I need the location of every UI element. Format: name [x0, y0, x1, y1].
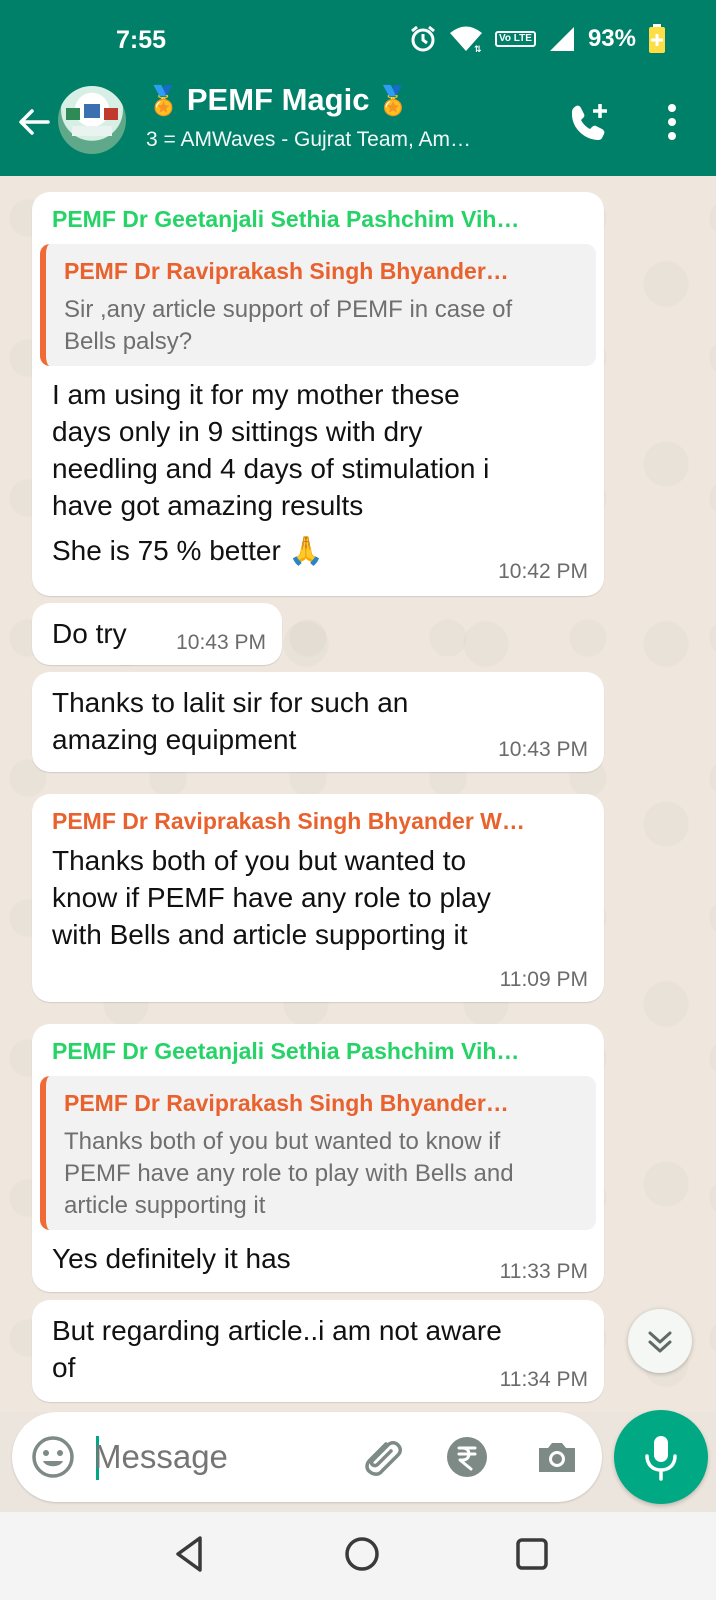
- group-avatar[interactable]: [58, 86, 126, 154]
- status-icons: ⇅ Vo LTE 93%: [409, 24, 666, 54]
- message-composer: [12, 1412, 602, 1502]
- attachment-icon[interactable]: [356, 1432, 406, 1482]
- message-text: But regarding article..i am not aware of: [52, 1315, 502, 1383]
- svg-text:⇅: ⇅: [474, 45, 482, 52]
- quoted-message[interactable]: PEMF Dr Raviprakash Singh Bhyander… Than…: [40, 1076, 596, 1230]
- payment-rupee-icon[interactable]: [444, 1434, 490, 1480]
- group-title[interactable]: 🏅 PEMF Magic 🏅: [146, 82, 410, 118]
- message-time: 11:34 PM: [499, 1368, 588, 1391]
- nav-recents-icon[interactable]: [510, 1532, 554, 1576]
- message-time: 10:43 PM: [498, 738, 588, 761]
- quoted-message[interactable]: PEMF Dr Raviprakash Singh Bhyander… Sir …: [40, 244, 596, 366]
- double-chevron-down-icon: [648, 1331, 672, 1353]
- message-text: Do try: [52, 618, 127, 649]
- quoted-text: Sir ,any article support of PEMF in case…: [64, 296, 513, 355]
- chat-header: 🏅 PEMF Magic 🏅 3 = AMWaves - Gujrat Team…: [0, 80, 716, 176]
- back-arrow-icon[interactable]: [14, 102, 54, 142]
- quoted-sender: PEMF Dr Raviprakash Singh Bhyander…: [64, 1090, 509, 1116]
- message-text: Thanks to lalit sir for such an amazing …: [52, 687, 409, 755]
- message-bubble[interactable]: PEMF Dr Raviprakash Singh Bhyander W… Th…: [32, 794, 604, 1002]
- status-bar: 7:55 ⇅ Vo LTE 93%: [0, 0, 716, 80]
- group-members[interactable]: 3 = AMWaves - Gujrat Team, Am…: [146, 128, 471, 152]
- quoted-text: Thanks both of you but wanted to know if…: [64, 1128, 514, 1219]
- scroll-to-bottom-button[interactable]: [628, 1309, 692, 1373]
- message-text: Yes definitely it has: [52, 1243, 291, 1274]
- nav-home-icon[interactable]: [340, 1532, 384, 1576]
- message-bubble[interactable]: PEMF Dr Geetanjali Sethia Pashchim Vih… …: [32, 1024, 604, 1292]
- message-bubble[interactable]: Do try 10:43 PM: [32, 603, 282, 665]
- message-time: 11:09 PM: [499, 968, 588, 991]
- message-text: Thanks both of you but wanted to know if…: [52, 845, 491, 950]
- add-call-icon[interactable]: [566, 100, 610, 144]
- message-time: 10:43 PM: [176, 631, 266, 654]
- battery-saver-icon: [649, 24, 665, 53]
- alarm-icon: [411, 25, 435, 52]
- message-time: 11:33 PM: [499, 1260, 588, 1283]
- camera-icon[interactable]: [534, 1434, 580, 1480]
- message-time: 10:42 PM: [498, 560, 588, 583]
- nav-back-icon[interactable]: [170, 1532, 210, 1576]
- signal-icon: [549, 27, 574, 51]
- medal-icon: 🏅: [146, 84, 181, 116]
- medal-icon: 🏅: [375, 84, 411, 116]
- volte-icon: Vo LTE: [494, 31, 536, 47]
- message-bubble[interactable]: PEMF Dr Geetanjali Sethia Pashchim Vih… …: [32, 192, 604, 596]
- group-name: PEMF Magic: [186, 82, 370, 117]
- message-text: I am using it for my mother these days o…: [52, 379, 490, 566]
- emoji-icon[interactable]: [30, 1434, 76, 1480]
- wifi-icon: ⇅: [449, 26, 482, 52]
- more-options-icon[interactable]: [654, 100, 690, 144]
- message-sender[interactable]: PEMF Dr Raviprakash Singh Bhyander W…: [52, 808, 525, 835]
- message-sender[interactable]: PEMF Dr Geetanjali Sethia Pashchim Vih…: [52, 206, 519, 233]
- microphone-icon: [645, 1436, 677, 1481]
- message-bubble[interactable]: Thanks to lalit sir for such an amazing …: [32, 672, 604, 772]
- system-nav-bar: [0, 1512, 716, 1600]
- message-input[interactable]: [94, 1432, 274, 1482]
- status-time: 7:55: [116, 26, 167, 54]
- voice-message-button[interactable]: [614, 1410, 708, 1504]
- message-sender[interactable]: PEMF Dr Geetanjali Sethia Pashchim Vih…: [52, 1038, 519, 1065]
- battery-text: 93%: [587, 25, 636, 52]
- quoted-sender: PEMF Dr Raviprakash Singh Bhyander…: [64, 258, 509, 284]
- message-bubble[interactable]: But regarding article..i am not aware of…: [32, 1300, 604, 1402]
